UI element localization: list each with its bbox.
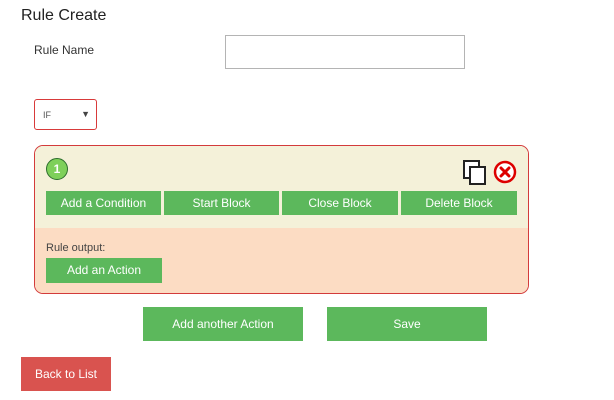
back-to-list-button[interactable]: Back to List xyxy=(21,357,111,391)
rule-name-label: Rule Name xyxy=(34,43,95,57)
add-condition-button[interactable]: Add a Condition xyxy=(46,191,161,215)
block-number-badge: 1 xyxy=(46,158,68,180)
rule-block: 1 Add a Condition Start Block Close Bloc… xyxy=(34,145,529,294)
add-another-action-button[interactable]: Add another Action xyxy=(143,307,303,341)
condition-section: 1 Add a Condition Start Block Close Bloc… xyxy=(35,146,528,228)
delete-circle-icon[interactable] xyxy=(493,160,517,184)
delete-block-button[interactable]: Delete Block xyxy=(401,191,517,215)
chevron-down-icon: ▼ xyxy=(81,109,90,119)
copy-icon[interactable] xyxy=(463,160,487,186)
rule-output-label: Rule output: xyxy=(46,242,106,254)
add-action-button[interactable]: Add an Action xyxy=(46,258,162,283)
close-block-button[interactable]: Close Block xyxy=(282,191,398,215)
rule-name-input[interactable] xyxy=(225,35,465,69)
start-block-button[interactable]: Start Block xyxy=(164,191,279,215)
save-button[interactable]: Save xyxy=(327,307,487,341)
page-title: Rule Create xyxy=(21,7,107,24)
condition-select[interactable]: IF ▼ xyxy=(34,99,97,130)
condition-select-value: IF xyxy=(43,110,51,120)
